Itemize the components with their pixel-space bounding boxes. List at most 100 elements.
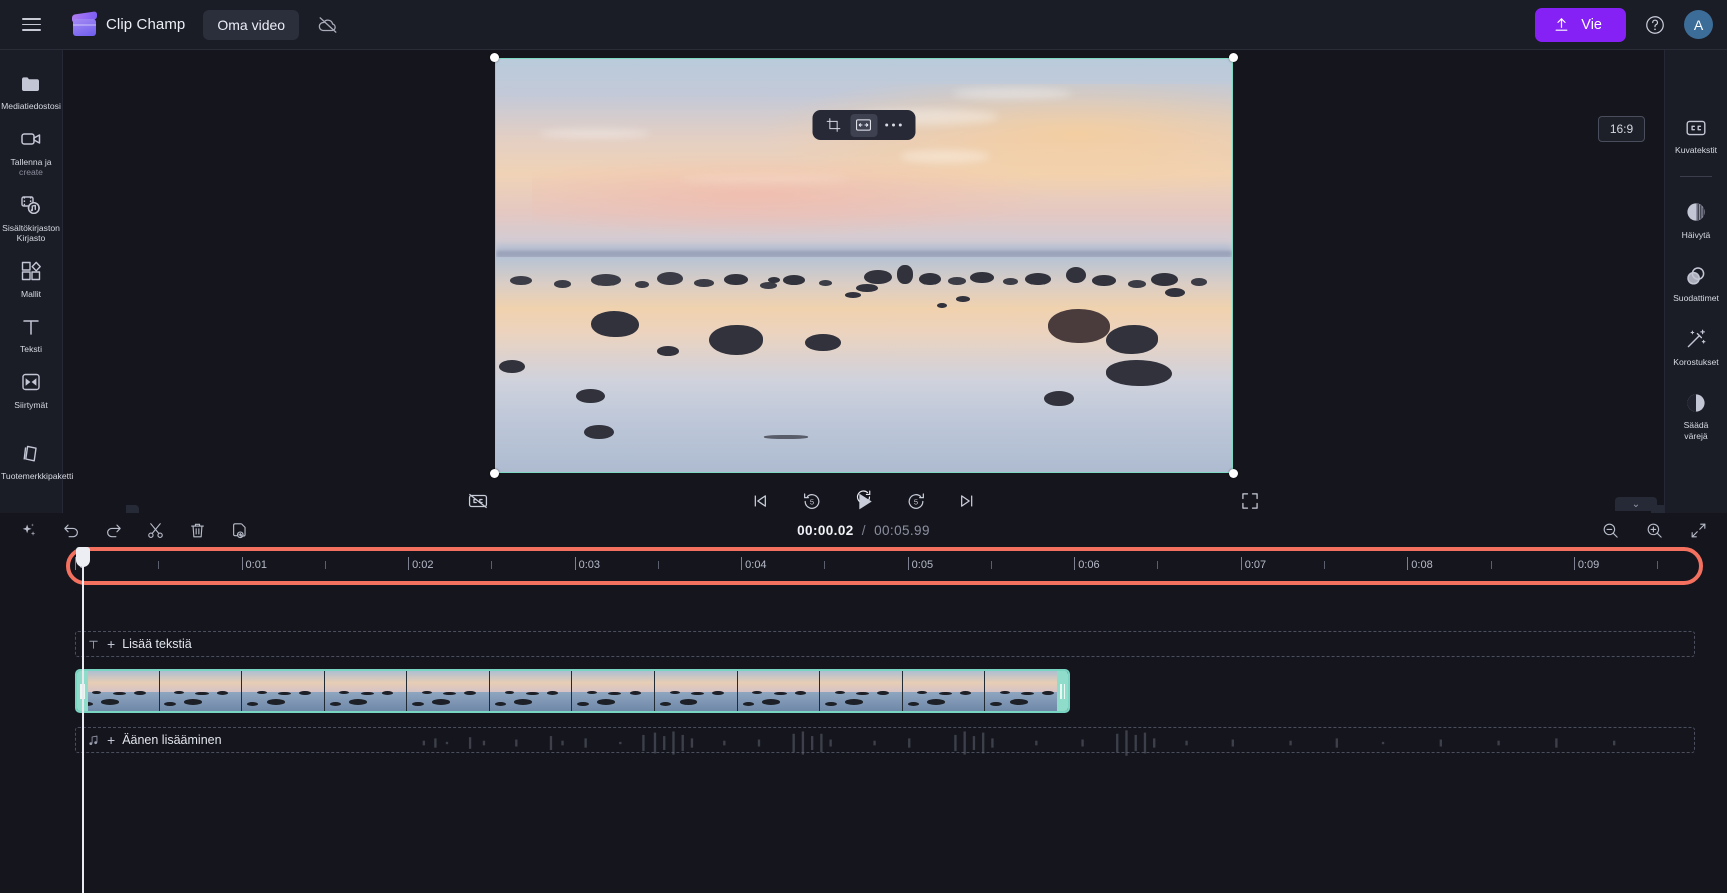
- collapse-timeline-button[interactable]: ⌄: [1615, 497, 1657, 511]
- rewind-5-icon[interactable]: 5: [798, 488, 825, 515]
- fade-icon: [1684, 200, 1709, 225]
- zoom-out-icon[interactable]: [1599, 519, 1621, 541]
- clip-thumbnail: [324, 671, 408, 711]
- sidebar-item-record-create[interactable]: Tallenna ja create: [1, 120, 61, 184]
- resize-handle-top-left[interactable]: [489, 53, 499, 62]
- zoom-in-icon[interactable]: [1643, 519, 1665, 541]
- duplicate-icon[interactable]: [228, 519, 250, 541]
- sidebar-item-adjust-colors[interactable]: Säädä värejä: [1666, 383, 1726, 447]
- text-icon: [19, 314, 44, 339]
- video-track: [75, 669, 1695, 717]
- play-button[interactable]: [850, 488, 877, 515]
- sidebar-item-transitions[interactable]: Siirtymät: [1, 363, 61, 417]
- resize-handle-top-right[interactable]: [1228, 53, 1238, 62]
- upload-arrow-icon: [1553, 16, 1570, 33]
- selection-floating-toolbar: [812, 110, 915, 140]
- audio-track: + Äänen lisääminen: [75, 727, 1695, 756]
- redo-icon[interactable]: [102, 519, 124, 541]
- right-sidebar: Kuvatekstit Häivytä Suodattimet Korostuk…: [1664, 50, 1727, 513]
- add-audio-plus: +: [107, 732, 116, 748]
- selected-video-clip[interactable]: [75, 669, 1070, 713]
- undo-icon[interactable]: [60, 519, 82, 541]
- clip-trim-handle-right[interactable]: [1057, 671, 1068, 711]
- user-avatar[interactable]: A: [1684, 10, 1713, 39]
- preview-stage: 16:9 5 5: [63, 50, 1664, 547]
- magic-sparkle-icon[interactable]: [18, 519, 40, 541]
- add-text-plus: +: [107, 636, 116, 652]
- skip-previous-icon[interactable]: [746, 488, 773, 515]
- ruler-label: 0:02: [412, 559, 434, 571]
- music-note-icon: [86, 733, 100, 747]
- content-library-icon: [19, 193, 44, 218]
- editor-middle-row: Mediatiedostosi Tallenna ja create Sisäl…: [0, 50, 1727, 547]
- export-button[interactable]: Vie: [1535, 7, 1626, 42]
- scissors-split-icon[interactable]: [144, 519, 166, 541]
- sidebar-item-label: Tuotemerkkipaketti: [1, 471, 74, 481]
- crop-icon[interactable]: [820, 114, 847, 137]
- ruler-label: 0:04: [745, 559, 767, 571]
- sidebar-item-text[interactable]: Teksti: [1, 307, 61, 361]
- left-sidebar: Mediatiedostosi Tallenna ja create Sisäl…: [0, 50, 74, 513]
- fullscreen-icon[interactable]: [1236, 488, 1263, 515]
- media-folder-icon: [19, 71, 44, 96]
- fit-resize-icon[interactable]: [850, 113, 877, 137]
- more-ellipsis-icon[interactable]: [880, 114, 907, 137]
- effects-wand-icon: [1684, 327, 1709, 352]
- transitions-icon: [19, 370, 44, 395]
- sidebar-item-label: Säädä värejä: [1683, 420, 1709, 441]
- sidebar-item-templates[interactable]: Mallit: [1, 252, 61, 306]
- sidebar-item-media[interactable]: Mediatiedostosi: [1, 64, 61, 118]
- playback-controls: 5 5: [746, 488, 981, 515]
- timecode-display: 00:00.02 / 00:05.99: [797, 523, 930, 538]
- total-time: 00:05.99: [874, 522, 930, 538]
- templates-icon: [19, 259, 44, 284]
- timeline-panel: ⌄ 00:00.02 / 00:05.99 0:01 0:02 0:03 0:0…: [0, 497, 1727, 893]
- clip-thumbnail: [902, 671, 986, 711]
- top-bar: Clip Champ Oma video Vie A: [0, 0, 1727, 50]
- sidebar-item-label: Mallit: [20, 288, 42, 299]
- sidebar-item-captions[interactable]: Kuvatekstit: [1666, 108, 1726, 162]
- clip-thumbnail: [737, 671, 821, 711]
- brand-name: Clip Champ: [106, 16, 186, 33]
- clip-thumbnail: [820, 671, 903, 711]
- export-button-label: Vie: [1581, 16, 1602, 33]
- help-icon[interactable]: [1642, 12, 1668, 38]
- playhead-grip[interactable]: [76, 547, 90, 567]
- ruler-label: 0:03: [578, 559, 601, 571]
- current-time: 00:00.02: [797, 522, 854, 538]
- hamburger-menu-icon[interactable]: [14, 8, 48, 42]
- sidebar-item-effects[interactable]: Korostukset: [1666, 320, 1726, 374]
- forward-5-icon[interactable]: 5: [902, 488, 929, 515]
- skip-next-icon[interactable]: [954, 488, 981, 515]
- timeline-tracks: + Lisää tekstiä + Äänen lisääminen: [0, 591, 1727, 893]
- clip-thumbnail: [489, 671, 573, 711]
- clip-thumbnail: [77, 671, 160, 711]
- timecode-separator: /: [861, 522, 866, 538]
- project-name-chip[interactable]: Oma video: [203, 9, 300, 40]
- sidebar-item-content-library[interactable]: Sisältökirjaston Kirjasto: [1, 186, 61, 250]
- timeline-playhead[interactable]: [76, 547, 90, 893]
- fit-timeline-icon[interactable]: [1687, 519, 1709, 541]
- timeline-body: 0 0:01 0:02 0:03 0:04 0:05 0:06: [0, 547, 1727, 893]
- captions-off-icon[interactable]: [464, 488, 491, 515]
- clipchamp-app: Clip Champ Oma video Vie A Mediatiedosto…: [0, 0, 1727, 893]
- clipchamp-logo-icon: [72, 11, 97, 37]
- sidebar-item-label: Tallenna ja create: [10, 156, 52, 178]
- ruler-label: 0:08: [1411, 559, 1433, 571]
- sidebar-item-label: Sisältökirjaston Kirjasto: [2, 222, 60, 244]
- timeline-zoom-controls: [1599, 519, 1709, 541]
- sidebar-item-label: Siirtymät: [14, 399, 48, 410]
- ruler-label: 0:06: [1078, 559, 1100, 571]
- clip-thumbnails: [77, 671, 1068, 711]
- clip-thumbnail: [655, 671, 738, 711]
- sidebar-item-filters[interactable]: Suodattimet: [1666, 256, 1726, 310]
- delete-trash-icon[interactable]: [186, 519, 208, 541]
- add-audio-placeholder[interactable]: + Äänen lisääminen: [75, 727, 1695, 756]
- sidebar-item-fade[interactable]: Häivytä: [1666, 193, 1726, 247]
- timeline-toolbar: 00:00.02 / 00:05.99: [0, 513, 1727, 547]
- timeline-ruler[interactable]: 0 0:01 0:02 0:03 0:04 0:05 0:06: [75, 553, 1695, 579]
- cloud-off-icon[interactable]: [315, 12, 341, 38]
- sidebar-item-brand-kit[interactable]: Tuotemerkkipaketti: [1, 434, 74, 488]
- add-text-placeholder[interactable]: + Lisää tekstiä: [75, 631, 1695, 657]
- clip-thumbnail: [985, 671, 1068, 711]
